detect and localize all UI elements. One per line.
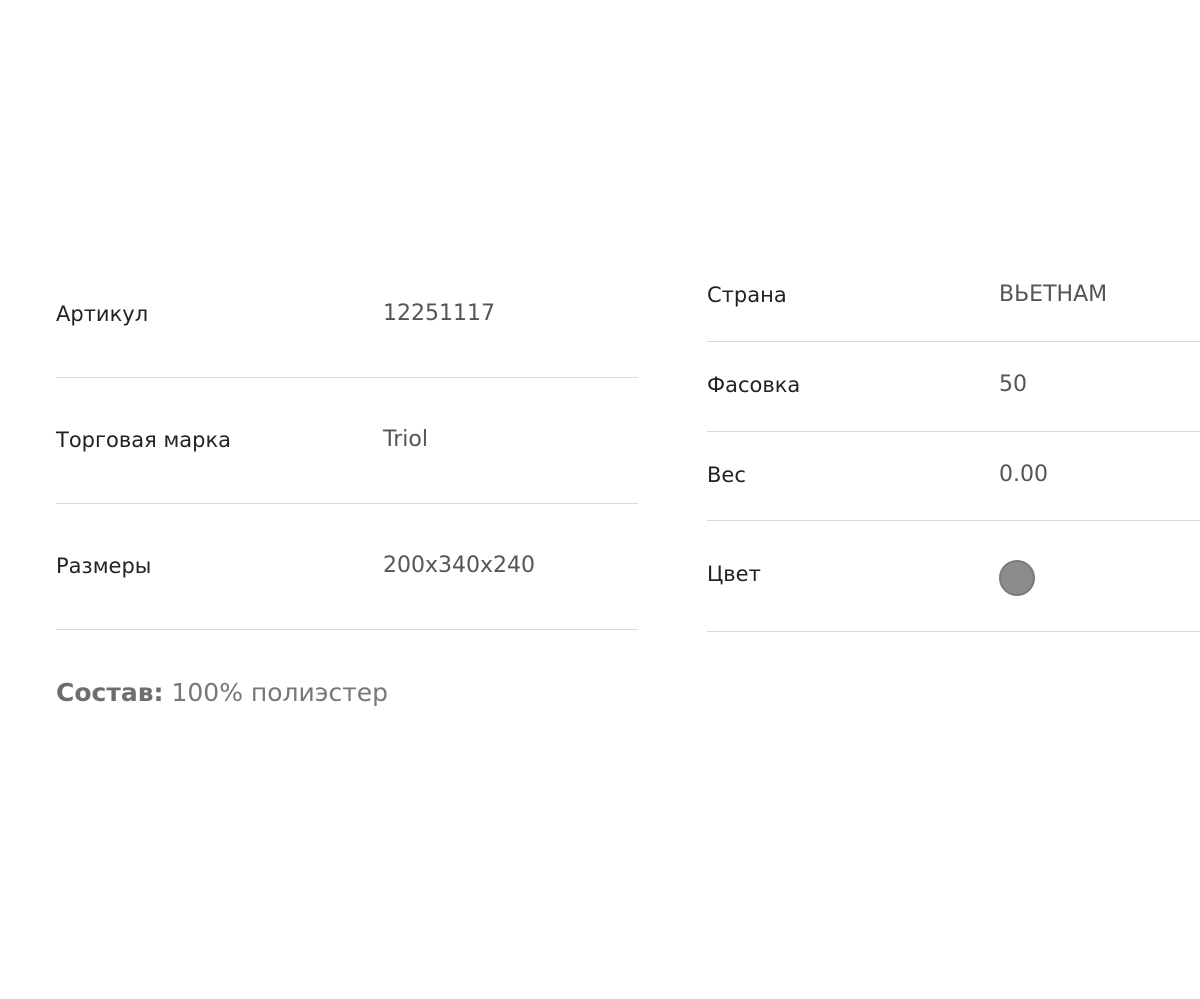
spec-label-pack: Фасовка — [707, 373, 801, 397]
spec-row-brand: Торговая марка Triol — [56, 378, 638, 504]
spec-value-dimensions: 200x340x240 — [383, 553, 536, 578]
spec-row-country: Страна ВЬЕТНАМ — [707, 252, 1200, 342]
spec-value-pack: 50 — [999, 372, 1027, 397]
spec-row-color: Цвет — [707, 521, 1200, 632]
spec-label-brand: Торговая марка — [56, 428, 232, 452]
spec-value-brand: Triol — [383, 427, 428, 452]
spec-label-country: Страна — [707, 283, 787, 307]
spec-row-article: Артикул 12251117 — [56, 252, 638, 378]
spec-value-country: ВЬЕТНАМ — [999, 282, 1108, 307]
spec-label-weight: Вес — [707, 463, 746, 487]
spec-row-dimensions: Размеры 200x340x240 — [56, 504, 638, 630]
spec-row-weight: Вес 0.00 — [707, 432, 1200, 521]
spec-row-pack: Фасовка 50 — [707, 342, 1200, 432]
spec-label-dimensions: Размеры — [56, 554, 152, 578]
specs-table-left: Артикул 12251117 Торговая марка Triol Ра… — [56, 252, 638, 630]
spec-value-weight: 0.00 — [999, 462, 1048, 487]
specs-table-right: Страна ВЬЕТНАМ Фасовка 50 Вес 0.00 Цвет — [707, 252, 1200, 632]
spec-label-article: Артикул — [56, 302, 149, 326]
composition-label: Состав: — [56, 678, 164, 707]
composition-value: 100% полиэстер — [163, 678, 389, 707]
spec-value-article: 12251117 — [383, 301, 495, 326]
color-swatch[interactable] — [999, 560, 1035, 596]
composition-line: Состав: 100% полиэстер — [56, 678, 388, 707]
spec-label-color: Цвет — [707, 562, 761, 586]
